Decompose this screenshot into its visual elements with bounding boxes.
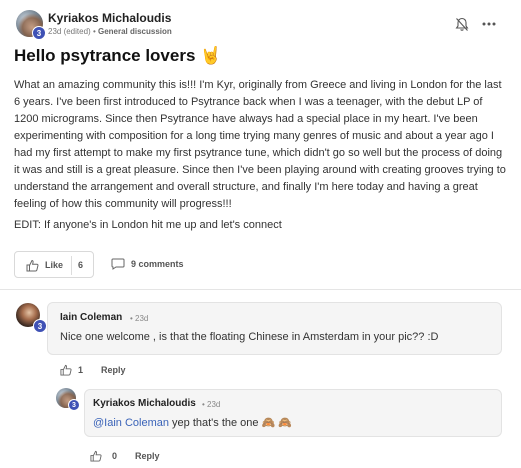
- comment-time: • 23d: [130, 314, 149, 323]
- more-options-icon[interactable]: [482, 22, 496, 26]
- see-no-evil-emoji: 🙈 🙈: [261, 417, 293, 429]
- mention-link[interactable]: @Iain Coleman: [93, 417, 169, 429]
- comment-author-name[interactable]: Iain Coleman: [60, 312, 122, 323]
- post-meta: 23d (edited) • General discussion: [48, 27, 172, 36]
- comment-text: Nice one welcome , is that the floating …: [60, 331, 439, 343]
- comments-count: 9 comments: [131, 259, 184, 269]
- thumbs-up-icon[interactable]: [60, 364, 72, 376]
- reply-like-count: 0: [112, 451, 118, 461]
- post-body: What an amazing community this is!!! I'm…: [14, 79, 506, 210]
- thumbs-up-icon[interactable]: [90, 450, 102, 462]
- post-author-name[interactable]: Kyriakos Michaloudis: [48, 11, 171, 25]
- thumbs-up-icon: [26, 259, 39, 272]
- reply-button[interactable]: Reply: [101, 365, 126, 375]
- meta-separator: •: [92, 27, 96, 36]
- post-title: Hello psytrance lovers 🤘: [14, 46, 222, 65]
- comment-bubble: Iain Coleman • 23d Nice one welcome , is…: [47, 302, 502, 355]
- post-edit-note: EDIT: If anyone's in London hit me up an…: [14, 219, 282, 231]
- section-divider: [0, 289, 521, 290]
- reply-bubble: Kyriakos Michaloudis • 23d @Iain Coleman…: [84, 389, 502, 437]
- post-age: 23d (edited): [48, 27, 91, 36]
- comment-author-level-badge: 3: [33, 319, 47, 333]
- like-count[interactable]: 6: [78, 260, 83, 270]
- reply-time: • 23d: [202, 400, 221, 409]
- reply-author-name[interactable]: Kyriakos Michaloudis: [93, 398, 196, 409]
- post-category[interactable]: General discussion: [98, 27, 172, 36]
- like-divider: [71, 256, 72, 275]
- like-label: Like: [45, 260, 64, 270]
- comment-like-count: 1: [78, 365, 84, 375]
- comment-bubble-icon: [111, 258, 125, 270]
- reply-author-level-badge: 3: [68, 399, 80, 411]
- metal-horns-emoji: 🤘: [200, 46, 222, 65]
- reply-text: @Iain Coleman yep that's the one 🙈 🙈: [93, 417, 293, 429]
- post-author-level-badge: 3: [32, 26, 46, 40]
- bell-off-icon[interactable]: [455, 17, 469, 32]
- reply-button[interactable]: Reply: [135, 451, 160, 461]
- like-button[interactable]: Like 6: [14, 251, 94, 278]
